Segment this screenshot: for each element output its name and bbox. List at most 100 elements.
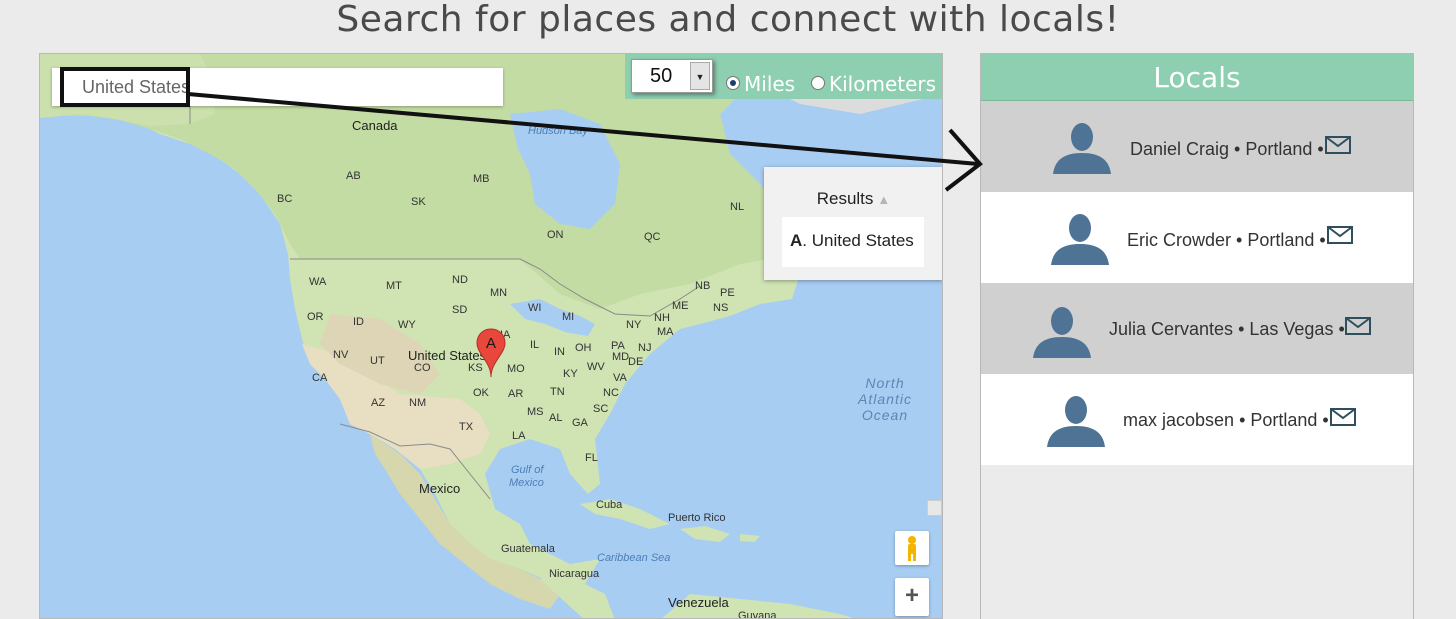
kilometers-label[interactable]: Kilometers	[829, 72, 936, 96]
pegman-icon[interactable]	[895, 531, 929, 565]
map-label-me: ME	[672, 300, 689, 312]
map-label-az: AZ	[371, 397, 386, 409]
separator: •	[1233, 319, 1250, 339]
map-label-nh: NH	[654, 312, 670, 324]
local-info: Daniel Craig • Portland •	[1130, 139, 1324, 160]
local-row[interactable]: Daniel Craig • Portland •	[981, 101, 1413, 192]
map-label-caribbean: Caribbean Sea	[597, 552, 671, 564]
map-label-nj: NJ	[638, 342, 652, 354]
map-label-de: DE	[628, 356, 644, 368]
local-row[interactable]: Julia Cervantes • Las Vegas •	[981, 283, 1413, 374]
separator: •	[1312, 139, 1324, 159]
map[interactable]: Canada AB MB BC SK NL Hudson Bay ON QC N…	[39, 53, 943, 619]
locals-title: Locals	[981, 54, 1413, 101]
map-label-mn: MN	[490, 287, 508, 299]
search-input[interactable]	[60, 68, 490, 106]
map-label-gulf1: Gulf of	[511, 464, 544, 476]
map-label-pe: PE	[720, 287, 735, 299]
results-header[interactable]: Results ▲	[764, 189, 942, 209]
map-label-or: OR	[307, 311, 324, 323]
result-name: . United States	[802, 231, 914, 250]
map-label-oh: OH	[575, 342, 592, 354]
local-city: Portland	[1247, 230, 1315, 250]
mail-icon[interactable]	[1327, 226, 1353, 244]
map-label-tn: TN	[550, 386, 565, 398]
separator: •	[1231, 230, 1248, 250]
map-label-va: VA	[613, 372, 627, 384]
map-label-pr: Puerto Rico	[668, 512, 726, 524]
map-label-ma: MA	[657, 326, 674, 338]
map-label-ab: AB	[346, 170, 361, 182]
map-label-hudson: Hudson Bay	[528, 125, 588, 137]
map-label-sd: SD	[452, 304, 468, 316]
map-label-nd: ND	[452, 274, 468, 286]
mail-icon[interactable]	[1345, 317, 1371, 335]
map-label-tx: TX	[459, 421, 474, 433]
map-label-nc: NC	[603, 387, 619, 399]
map-label-fl: FL	[585, 452, 598, 464]
radius-value: 50	[650, 65, 673, 87]
radius-select[interactable]: 50 ▼	[631, 59, 713, 93]
map-label-il: IL	[530, 339, 540, 351]
map-label-ocean: North Atlantic Ocean	[850, 375, 920, 423]
map-label-mt: MT	[386, 280, 402, 292]
map-label-ny: NY	[626, 319, 642, 331]
map-label-canada: Canada	[352, 118, 398, 133]
local-info: Eric Crowder • Portland •	[1127, 230, 1326, 251]
local-name: Julia Cervantes	[1109, 319, 1234, 339]
map-label-ns: NS	[713, 302, 729, 314]
kilometers-radio[interactable]	[811, 76, 825, 90]
chevron-up-icon[interactable]: ▲	[877, 192, 890, 207]
local-row[interactable]: max jacobsen • Portland •	[981, 374, 1413, 465]
map-label-ar: AR	[508, 388, 524, 400]
local-city: Portland	[1250, 410, 1318, 430]
map-label-ut: UT	[370, 355, 385, 367]
local-name: max jacobsen	[1123, 410, 1235, 430]
map-label-wv: WV	[587, 361, 605, 373]
map-label-al: AL	[549, 412, 563, 424]
map-marker-a[interactable]: A	[476, 328, 506, 378]
miles-label[interactable]: Miles	[744, 72, 795, 96]
map-label-co: CO	[414, 362, 431, 374]
separator: •	[1229, 139, 1246, 159]
ocean-line-3: Ocean	[861, 407, 909, 423]
separator: •	[1317, 410, 1329, 430]
map-label-mb: MB	[473, 173, 490, 185]
mail-icon[interactable]	[1330, 408, 1356, 426]
ocean-line-2: Atlantic	[858, 391, 912, 407]
map-label-venezuela: Venezuela	[668, 595, 729, 610]
separator: •	[1333, 319, 1345, 339]
avatar-icon	[1047, 396, 1105, 447]
results-panel: Results ▲ A. United States	[764, 167, 942, 280]
local-name: Daniel Craig	[1130, 139, 1230, 159]
map-label-cuba: Cuba	[596, 499, 623, 511]
map-label-md: MD	[612, 351, 630, 363]
results-heading: Results	[816, 189, 874, 208]
separator: •	[1314, 230, 1326, 250]
miles-radio[interactable]	[726, 76, 740, 90]
local-city: Las Vegas	[1249, 319, 1334, 339]
map-label-ca: CA	[312, 372, 328, 384]
locals-panel: Locals Daniel Craig • Portland • Eric Cr…	[980, 53, 1414, 619]
map-label-nm: NM	[409, 397, 427, 409]
page-title: Search for places and connect with local…	[336, 0, 1120, 40]
local-row[interactable]: Eric Crowder • Portland •	[981, 192, 1413, 283]
chevron-down-icon[interactable]: ▼	[690, 62, 710, 90]
map-scroll-handle[interactable]	[927, 500, 942, 516]
local-name: Eric Crowder	[1127, 230, 1232, 250]
map-label-sk: SK	[411, 196, 426, 208]
separator: •	[1234, 410, 1251, 430]
avatar-icon	[1033, 307, 1091, 358]
local-info: max jacobsen • Portland •	[1123, 410, 1329, 431]
map-label-bc: BC	[277, 193, 293, 205]
map-label-nicaragua: Nicaragua	[549, 568, 600, 580]
results-item[interactable]: A. United States	[782, 217, 924, 267]
zoom-in-button[interactable]: +	[895, 578, 929, 616]
mail-icon[interactable]	[1325, 136, 1351, 154]
map-label-qc: QC	[644, 231, 661, 243]
map-label-on: ON	[547, 229, 564, 241]
map-label-wa: WA	[309, 276, 327, 288]
map-label-ok: OK	[473, 387, 489, 399]
map-label-mi: MI	[562, 311, 575, 323]
map-label-nl: NL	[730, 201, 745, 213]
